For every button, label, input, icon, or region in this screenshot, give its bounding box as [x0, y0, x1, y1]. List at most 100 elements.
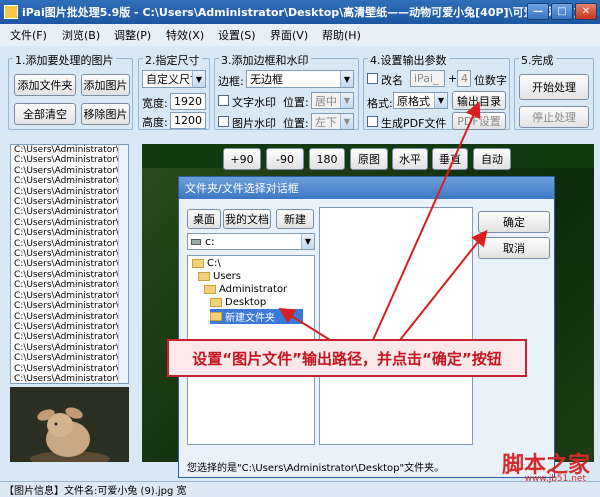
tree-item[interactable]: C:\ — [192, 258, 221, 269]
add-folder-button[interactable]: 添加文件夹 — [14, 74, 76, 96]
drive-select[interactable]: c: ▼ — [187, 233, 315, 250]
file-list[interactable]: C:\Users\Administrator\D C:\Users\Admini… — [10, 144, 129, 384]
list-item[interactable]: C:\Users\Administrator\D — [11, 155, 128, 165]
rename-prefix-input[interactable]: iPai_ — [410, 70, 445, 87]
list-item[interactable]: C:\Users\Administrator\D — [11, 343, 128, 353]
list-item[interactable]: C:\Users\Administrator\D — [11, 322, 128, 332]
ok-button[interactable]: 确定 — [478, 211, 550, 233]
list-item[interactable]: C:\Users\Administrator\D — [11, 332, 128, 342]
height-input[interactable]: 1200 — [170, 112, 206, 129]
menu-settings[interactable]: 设置(S) — [218, 27, 270, 43]
digits-input[interactable]: 4 — [457, 70, 471, 87]
image-position-value: 左下 — [315, 115, 337, 129]
folder-icon — [210, 312, 222, 321]
list-item[interactable]: C:\Users\Administrator\D — [11, 249, 128, 259]
list-item[interactable]: C:\Users\Administrator\D — [11, 176, 128, 186]
chevron-down-icon: ▼ — [434, 93, 447, 108]
output-directory-button[interactable]: 输出目录 — [452, 91, 506, 110]
image-position-select[interactable]: 左下 ▼ — [311, 113, 354, 130]
step5-label: 5.完成 — [519, 52, 556, 68]
rotate-180-button[interactable]: 180 — [309, 148, 345, 170]
border-label: 边框: — [218, 75, 244, 88]
border-select[interactable]: 无边框 ▼ — [246, 70, 354, 88]
original-button[interactable]: 原图 — [350, 148, 388, 170]
menu-help[interactable]: 帮助(H) — [322, 27, 374, 43]
size-mode-select[interactable]: 自定义尺寸 ▼ — [142, 70, 206, 88]
chevron-down-icon: ▼ — [340, 93, 353, 108]
list-item[interactable]: C:\Users\Administrator\D — [11, 364, 128, 374]
file-list-scrollbar[interactable] — [118, 145, 128, 383]
folder-icon — [210, 298, 222, 307]
stop-processing-button[interactable]: 停止处理 — [519, 106, 589, 128]
list-item[interactable]: C:\Users\Administrator\D — [11, 145, 128, 155]
plus-label: + — [448, 72, 458, 85]
height-label: 高度: — [142, 116, 168, 129]
auto-button[interactable]: 自动 — [473, 148, 511, 170]
clear-all-button[interactable]: 全部清空 — [14, 103, 76, 125]
list-item[interactable]: C:\Users\Administrator\D — [11, 270, 128, 280]
text-position-select[interactable]: 居中 ▼ — [311, 92, 354, 109]
format-select[interactable]: 原格式 ▼ — [393, 92, 448, 109]
image-position-label: 位置: — [283, 117, 309, 130]
flip-horizontal-button[interactable]: 水平 — [392, 148, 428, 170]
cancel-button[interactable]: 取消 — [478, 237, 550, 259]
image-watermark-checkbox[interactable] — [218, 116, 229, 127]
menu-interface[interactable]: 界面(V) — [270, 27, 322, 43]
list-item[interactable]: C:\Users\Administrator\D — [11, 187, 128, 197]
list-item[interactable]: C:\Users\Administrator\D — [11, 312, 128, 322]
format-value: 原格式 — [397, 94, 430, 108]
chevron-down-icon: ▼ — [301, 234, 314, 249]
rotate-plus90-button[interactable]: +90 — [223, 148, 261, 170]
minimize-button[interactable]: — — [527, 3, 549, 20]
status-bar: 【图片信息】文件名:可爱小兔 (9).jpg 宽 — [0, 481, 600, 497]
list-item[interactable]: C:\Users\Administrator\D — [11, 228, 128, 238]
list-item[interactable]: C:\Users\Administrator\D — [11, 197, 128, 207]
add-image-button[interactable]: 添加图片 — [81, 74, 130, 96]
remove-image-button[interactable]: 移除图片 — [81, 103, 130, 125]
flip-vertical-button[interactable]: 垂直 — [432, 148, 468, 170]
list-item[interactable]: C:\Users\Administrator\D — [11, 280, 128, 290]
list-item[interactable]: C:\Users\Administrator\D — [11, 166, 128, 176]
tree-item-selected[interactable]: 新建文件夹 — [210, 309, 303, 324]
file-preview-box[interactable] — [319, 207, 473, 445]
list-item[interactable]: C:\Users\Administrator\D — [11, 207, 128, 217]
list-item[interactable]: C:\Users\Administrator\D — [11, 301, 128, 311]
tree-item[interactable]: Users — [198, 271, 241, 282]
rabbit-image — [10, 387, 129, 462]
menu-adjust[interactable]: 调整(P) — [114, 27, 166, 43]
menu-file[interactable]: 文件(F) — [10, 27, 62, 43]
text-watermark-checkbox[interactable] — [218, 95, 229, 106]
menu-effects[interactable]: 特效(X) — [166, 27, 218, 43]
start-processing-button[interactable]: 开始处理 — [519, 74, 589, 100]
menu-browse[interactable]: 浏览(B) — [62, 27, 114, 43]
tree-item-label: C:\ — [207, 258, 221, 269]
list-item[interactable]: C:\Users\Administrator\D — [11, 291, 128, 301]
tree-item[interactable]: Desktop — [210, 297, 266, 308]
list-item[interactable]: C:\Users\Administrator\D — [11, 218, 128, 228]
my-documents-button[interactable]: 我的文档 — [223, 209, 271, 229]
width-input[interactable]: 1920 — [170, 93, 206, 110]
list-item[interactable]: C:\Users\Administrator\D — [11, 353, 128, 363]
tree-item[interactable]: Administrator — [204, 284, 287, 295]
rename-checkbox[interactable] — [367, 73, 378, 84]
list-item[interactable]: C:\Users\Administrator\D — [11, 259, 128, 269]
folder-icon — [192, 259, 204, 268]
step1-label: 1.添加要处理的图片 — [13, 52, 116, 68]
list-item[interactable]: C:\Users\Administrator\D — [11, 239, 128, 249]
app-icon — [4, 5, 18, 19]
create-pdf-checkbox[interactable] — [367, 116, 378, 127]
new-folder-button[interactable]: 新建 — [276, 209, 314, 229]
maximize-button[interactable]: □ — [551, 3, 573, 20]
step4-label: 4.设置输出参数 — [368, 52, 449, 68]
list-item[interactable]: C:\Users\Administrator\D — [11, 374, 128, 383]
close-button[interactable]: ✕ — [575, 3, 597, 20]
rotate-minus90-button[interactable]: -90 — [266, 148, 304, 170]
pdf-settings-button[interactable]: PDF设置 — [452, 112, 506, 130]
rename-label: 改名 — [381, 74, 403, 87]
desktop-button[interactable]: 桌面 — [187, 209, 221, 229]
image-watermark-label: 图片水印 — [232, 117, 276, 130]
folder-select-dialog: 文件夹/文件选择对话框 桌面 我的文档 新建 c: ▼ C:\ Users Ad… — [178, 176, 555, 478]
drive-icon — [191, 238, 201, 245]
menu-bar: 文件(F) 浏览(B) 调整(P) 特效(X) 设置(S) 界面(V) 帮助(H… — [0, 24, 600, 46]
window-controls: — □ ✕ — [527, 3, 597, 20]
